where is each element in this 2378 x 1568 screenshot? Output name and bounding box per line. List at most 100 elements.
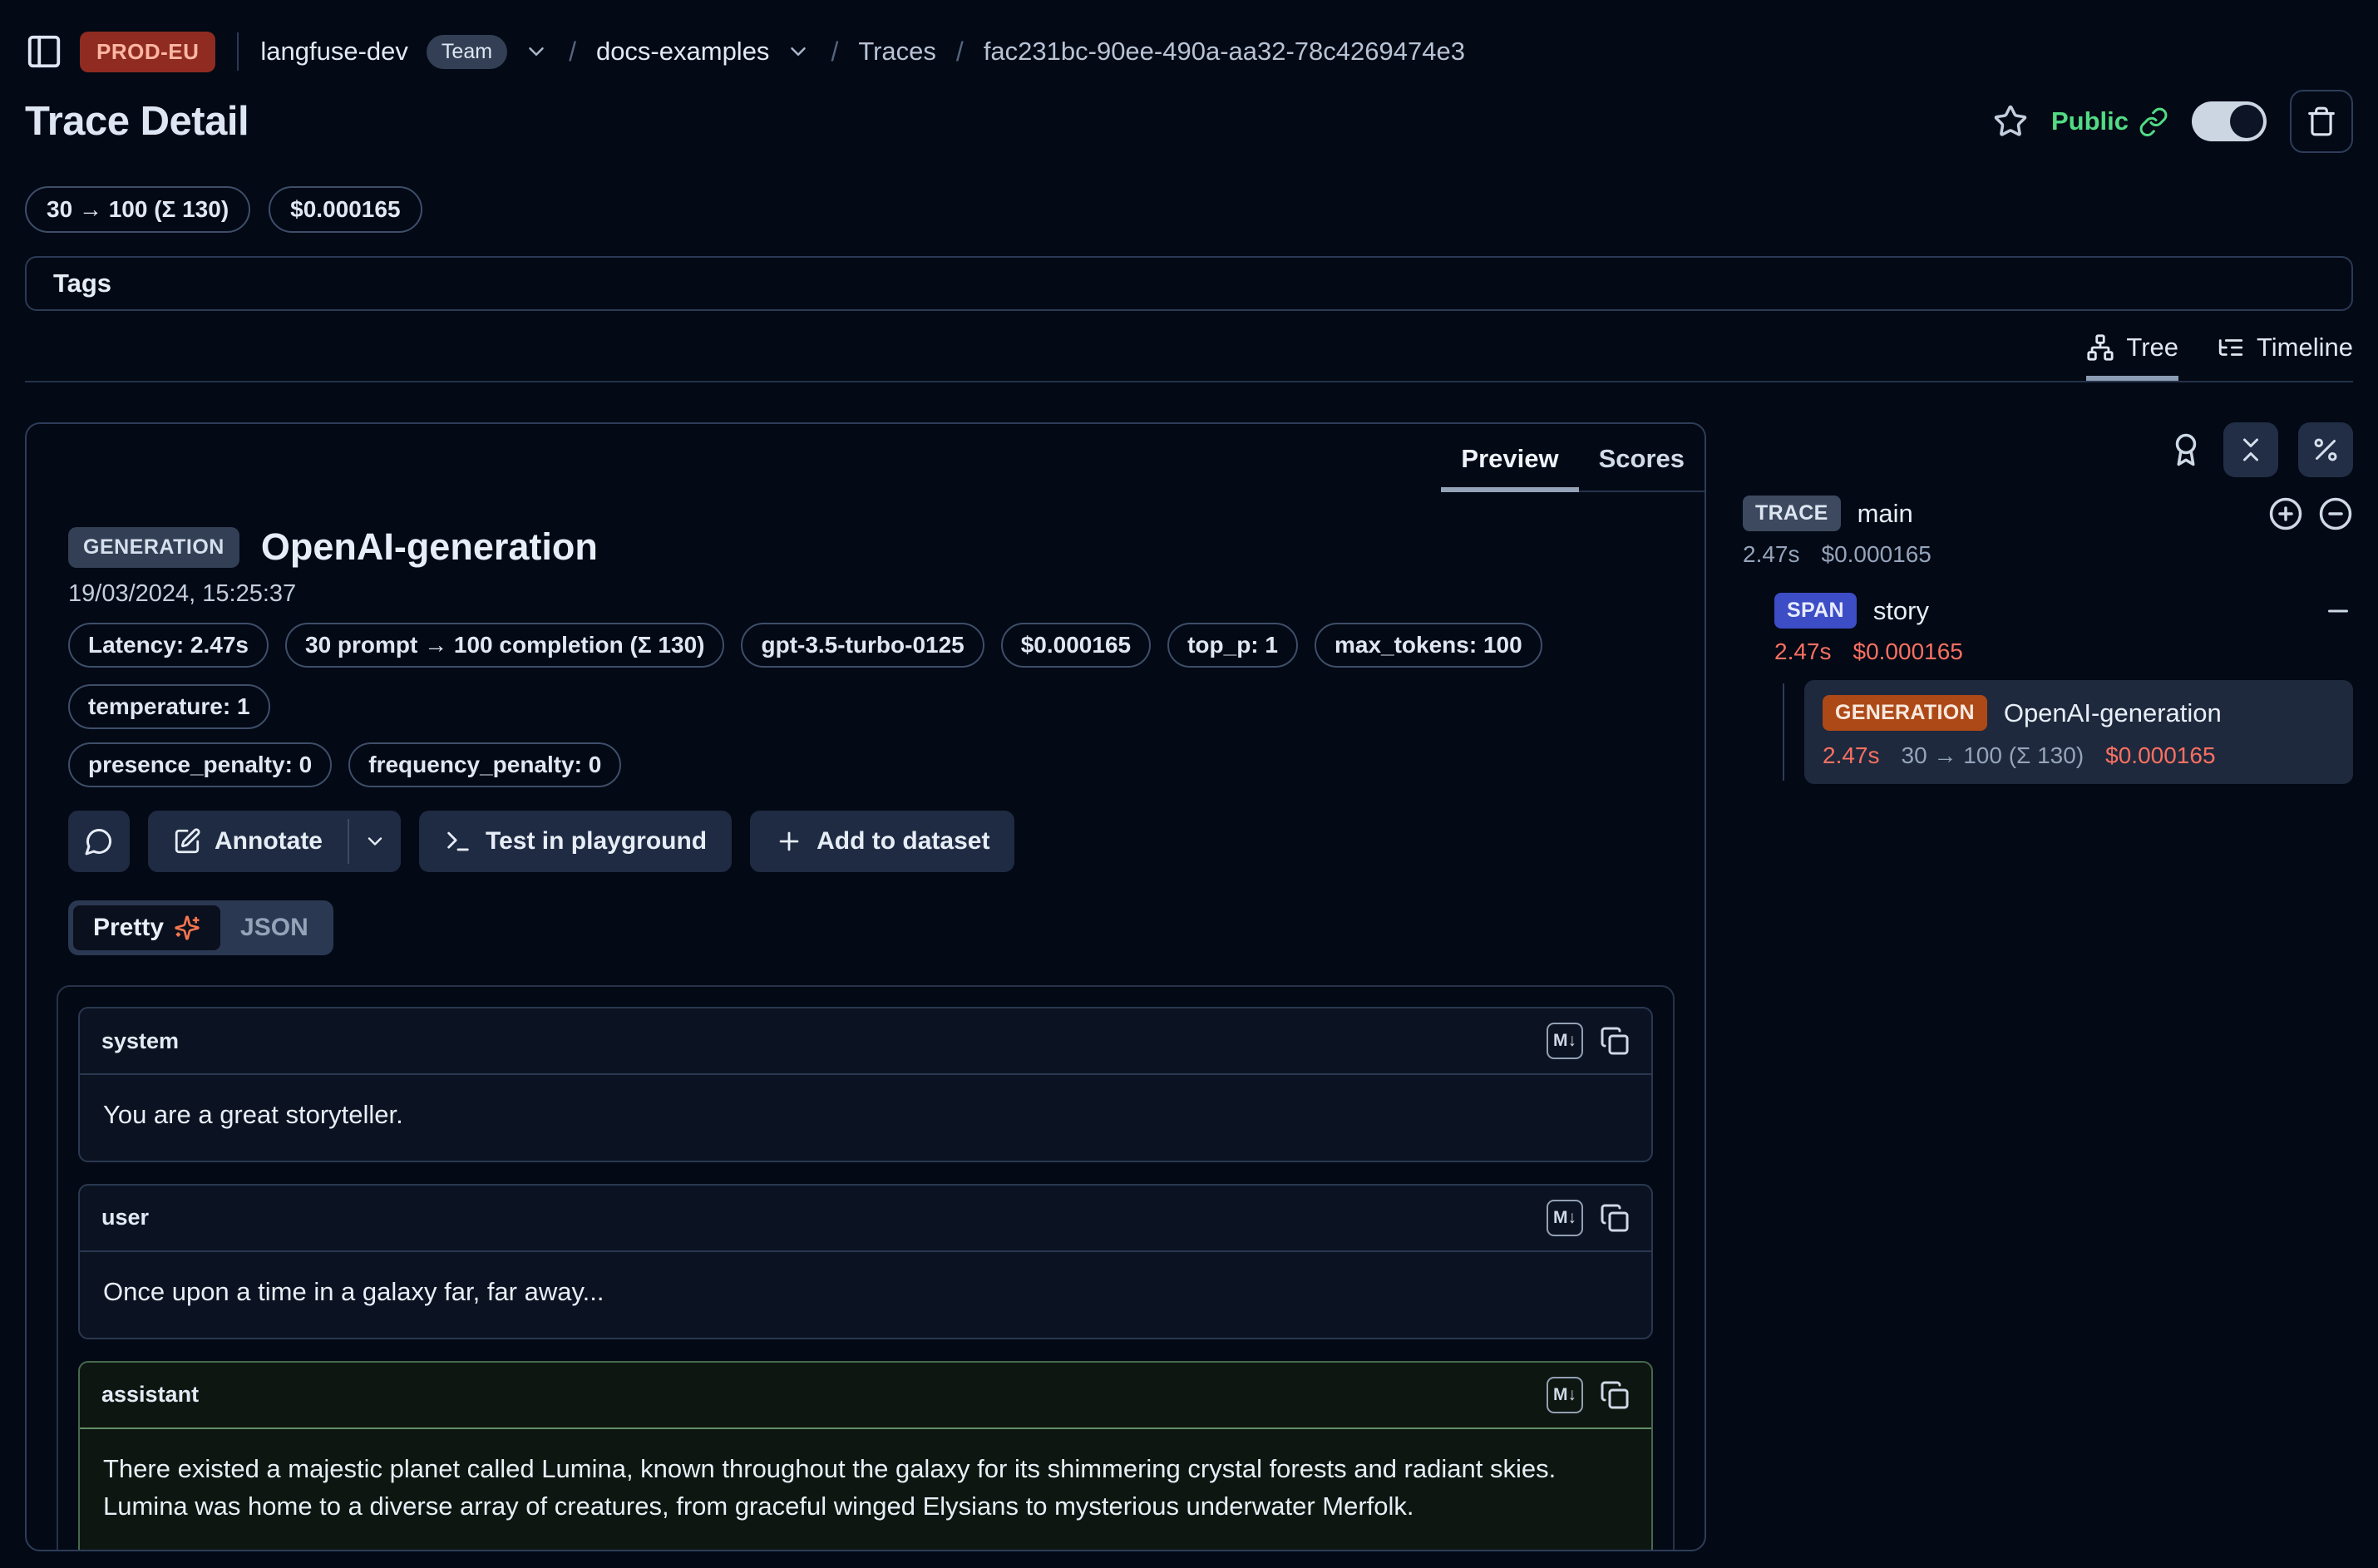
message-content: You are a great storyteller. (80, 1075, 1651, 1161)
format-toggle: Pretty JSON (68, 900, 333, 955)
token-usage-pill: 30 → 100 (Σ 130) (25, 186, 250, 233)
assistant-paragraph: At the heart of Lumina stood the towerin… (103, 1544, 1628, 1551)
public-link[interactable]: Public (2051, 106, 2168, 136)
tree-node-trace[interactable]: TRACE main 2.47s (1743, 496, 2353, 568)
span-latency: 2.47s (1774, 639, 1832, 665)
token-pill: 30 prompt → 100 completion (Σ 130) (285, 623, 724, 668)
breadcrumb-traces[interactable]: Traces (858, 37, 936, 67)
generation-tokens: 30 → 100 (Σ 130) (1902, 742, 2084, 769)
span-cost: $0.000165 (1853, 639, 1963, 665)
environment-badge[interactable]: PROD-EU (80, 32, 215, 72)
percent-icon (2311, 435, 2341, 465)
divider (237, 32, 239, 71)
zoom-out-icon[interactable] (2318, 496, 2353, 531)
markdown-toggle-icon[interactable]: M↓ (1547, 1200, 1583, 1236)
public-toggle[interactable] (2192, 101, 2267, 141)
star-icon[interactable] (1993, 104, 2028, 139)
link-icon (2139, 106, 2168, 136)
tags-label: Tags (53, 269, 111, 298)
breadcrumb: PROD-EU langfuse-dev Team / docs-example… (25, 0, 2353, 75)
title-row: Trace Detail Public (25, 90, 2353, 153)
plus-icon (775, 827, 803, 855)
breadcrumb-project[interactable]: docs-examples (596, 37, 769, 67)
breadcrumb-separator: / (956, 37, 964, 67)
chevron-down-icon[interactable] (524, 39, 549, 64)
comment-button[interactable] (68, 811, 130, 872)
sparkles-icon (174, 915, 200, 941)
trace-detail-page: PROD-EU langfuse-dev Team / docs-example… (0, 0, 2378, 1551)
message-role: system (101, 1028, 179, 1054)
copy-icon[interactable] (1600, 1380, 1630, 1410)
markdown-toggle-icon[interactable]: M↓ (1547, 1023, 1583, 1059)
format-json-segment[interactable]: JSON (220, 905, 328, 950)
cost-pill: $0.000165 (269, 186, 422, 233)
messages-container: system M↓ You are a great storyteller. u… (57, 985, 1675, 1551)
trace-tree-panel: TRACE main 2.47s (1743, 422, 2353, 784)
copy-icon[interactable] (1600, 1026, 1630, 1056)
span-badge: SPAN (1774, 593, 1857, 629)
model-pill[interactable]: gpt-3.5-turbo-0125 (741, 623, 984, 668)
copy-icon[interactable] (1600, 1203, 1630, 1233)
pretty-label: Pretty (93, 914, 164, 942)
tab-timeline[interactable]: Timeline (2217, 333, 2353, 381)
format-pretty-segment[interactable]: Pretty (73, 905, 220, 950)
delete-trace-button[interactable] (2290, 90, 2353, 153)
message-role: assistant (101, 1382, 199, 1408)
observation-pills-row2: presence_penalty: 0 frequency_penalty: 0 (27, 742, 1705, 787)
chevrons-collapse-icon (2236, 435, 2266, 465)
collapse-node-icon[interactable] (2323, 596, 2353, 626)
observation-type-badge: GENERATION (68, 527, 239, 568)
observation-header: GENERATION OpenAI-generation 19/03/2024,… (27, 492, 1705, 608)
tab-preview[interactable]: Preview (1441, 432, 1578, 492)
frequency-penalty-pill: frequency_penalty: 0 (348, 742, 621, 787)
generation-latency: 2.47s (1823, 742, 1880, 769)
sidebar-toggle-icon[interactable] (25, 32, 63, 71)
message-content: Once upon a time in a galaxy far, far aw… (80, 1252, 1651, 1338)
top-p-pill: top_p: 1 (1167, 623, 1298, 668)
markdown-toggle-icon[interactable]: M↓ (1547, 1377, 1583, 1413)
tree-node-generation[interactable]: GENERATION OpenAI-generation 2.47s 30 → … (1804, 680, 2353, 784)
tab-tree[interactable]: Tree (2086, 333, 2178, 381)
generation-badge: GENERATION (1823, 695, 1987, 731)
metrics-percent-button[interactable] (2298, 422, 2353, 477)
chevron-down-icon (363, 830, 387, 853)
terminal-icon (444, 827, 472, 855)
page-title: Trace Detail (25, 98, 249, 145)
collapse-all-button[interactable] (2223, 422, 2278, 477)
breadcrumb-org[interactable]: langfuse-dev (260, 37, 408, 67)
trace-cost: $0.000165 (1822, 541, 1932, 568)
breadcrumb-separator: / (569, 37, 576, 67)
add-to-dataset-button[interactable]: Add to dataset (750, 811, 1014, 872)
add-to-dataset-label: Add to dataset (817, 827, 989, 855)
max-tokens-pill: max_tokens: 100 (1315, 623, 1542, 668)
temperature-pill: temperature: 1 (68, 684, 270, 729)
zoom-in-icon[interactable] (2268, 496, 2303, 531)
tab-scores[interactable]: Scores (1579, 432, 1705, 492)
playground-label: Test in playground (486, 827, 707, 855)
comment-icon (84, 826, 114, 856)
section-divider (25, 381, 2353, 382)
presence-penalty-pill: presence_penalty: 0 (68, 742, 332, 787)
annotate-dropdown-button[interactable] (349, 811, 401, 872)
cost-pill: $0.000165 (1001, 623, 1151, 668)
message-content: There existed a majestic planet called L… (80, 1429, 1651, 1551)
tags-box[interactable]: Tags (25, 256, 2353, 311)
observation-pills-row1: Latency: 2.47s 30 prompt → 100 completio… (27, 623, 1705, 729)
test-in-playground-button[interactable]: Test in playground (419, 811, 732, 872)
tree-node-span[interactable]: SPAN story 2.47s $0.000165 (1774, 593, 2353, 665)
assistant-paragraph: There existed a majestic planet called L… (103, 1451, 1628, 1526)
chevron-down-icon[interactable] (786, 39, 811, 64)
tree-toolbar (1743, 422, 2353, 477)
tab-tree-label: Tree (2126, 333, 2178, 362)
observation-actions: Annotate Test in playground Add to datas… (27, 811, 1705, 872)
trace-tree: TRACE main 2.47s (1743, 496, 2353, 784)
tree-node-generation-wrap: GENERATION OpenAI-generation 2.47s 30 → … (1804, 680, 2353, 784)
award-icon[interactable] (2168, 432, 2203, 467)
toggle-knob (2230, 105, 2263, 138)
message-user: user M↓ Once upon a time in a galaxy far… (78, 1184, 1653, 1339)
annotate-button[interactable]: Annotate (148, 811, 348, 872)
trace-badge: TRACE (1743, 496, 1841, 531)
panel-tabs: Preview Scores (1455, 424, 1705, 492)
message-assistant: assistant M↓ There existed a majestic pl… (78, 1361, 1653, 1551)
pen-square-icon (173, 827, 201, 855)
